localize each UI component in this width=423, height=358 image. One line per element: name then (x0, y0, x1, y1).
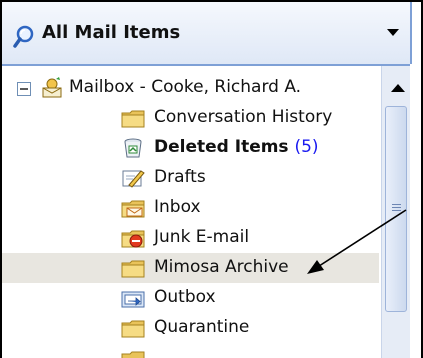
folder-label: Outbox (154, 287, 216, 307)
folder-icon (121, 320, 145, 338)
folder-label: Deleted Items (5) (154, 137, 319, 157)
drafts-pencil-icon (122, 170, 145, 188)
folder-label: Drafts (154, 167, 206, 187)
collapse-toggle-icon[interactable] (17, 82, 31, 96)
scroll-up-arrow-icon[interactable] (391, 84, 405, 92)
outbox-icon (121, 291, 145, 308)
tree-row-mailbox[interactable]: Mailbox - Cooke, Richard A. (2, 73, 379, 103)
vertical-scrollbar[interactable] (381, 66, 410, 358)
folder-label: Inbox (154, 197, 201, 217)
folder-label: Conversation History (154, 107, 333, 127)
tree-row-junk-email[interactable]: Junk E-mail (2, 223, 379, 253)
mailbox-label: Mailbox - Cooke, Richard A. (69, 77, 302, 97)
folder-icon (121, 351, 145, 358)
grip-line (392, 207, 401, 208)
tree-row-drafts[interactable]: Drafts (2, 163, 379, 193)
scroll-thumb[interactable] (385, 106, 407, 312)
folder-icon (121, 260, 145, 278)
tree-row-outbox[interactable]: Outbox (2, 283, 379, 313)
unread-count: (5) (294, 137, 319, 157)
triangle-down-icon[interactable] (387, 29, 399, 36)
folder-selector-header[interactable]: All Mail Items (2, 2, 412, 64)
folder-icon (121, 110, 145, 128)
search-icon (13, 25, 34, 48)
tree-row-quarantine[interactable]: Quarantine (2, 313, 379, 343)
mailbox-icon (42, 77, 62, 98)
tree-row-mimosa-archive[interactable]: Mimosa Archive (2, 253, 379, 283)
header-title: All Mail Items (42, 22, 181, 43)
junk-mail-icon (121, 230, 145, 248)
folder-label: Quarantine (154, 317, 250, 337)
recycle-bin-icon (124, 138, 142, 158)
folder-label: Junk E-mail (154, 227, 250, 247)
tree-row-deleted-items[interactable]: Deleted Items (5) (2, 133, 379, 163)
grip-line (392, 210, 401, 211)
folder-label: Mimosa Archive (154, 257, 289, 277)
folder-tree: Mailbox - Cooke, Richard A. Conversation… (2, 66, 379, 358)
tree-row-inbox[interactable]: Inbox (2, 193, 379, 223)
grip-line (392, 204, 401, 205)
tree-row-conversation-history[interactable]: Conversation History (2, 103, 379, 133)
inbox-icon (121, 200, 145, 218)
